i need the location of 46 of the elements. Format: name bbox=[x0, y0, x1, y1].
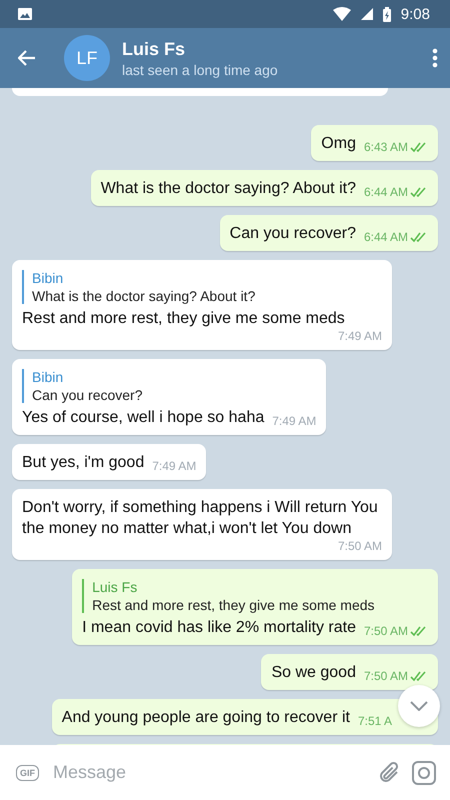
message-text: Yes of course, well i hope so haha bbox=[22, 408, 264, 428]
back-arrow-icon[interactable] bbox=[18, 50, 36, 66]
message-text: So we good bbox=[271, 663, 356, 683]
contact-name: Luis Fs bbox=[122, 38, 186, 60]
reply-text: What is the doctor saying? About it? bbox=[32, 288, 256, 304]
message-time: 6:44 AM bbox=[364, 230, 408, 244]
reply-author: Luis Fs bbox=[92, 579, 138, 595]
message-text: And young people are going to recover it bbox=[62, 708, 350, 728]
message-time: 7:49 AM bbox=[152, 459, 196, 473]
battery-icon bbox=[382, 6, 391, 22]
reply-text: Can you recover? bbox=[32, 387, 144, 403]
message-text: What is the doctor saying? About it? bbox=[100, 179, 356, 199]
message-time: 7:49 AM bbox=[272, 414, 316, 428]
message-time: 7:49 AM bbox=[338, 329, 382, 343]
message-text: I mean covid has like 2% mortality rate bbox=[82, 618, 356, 638]
message-text: Don't worry, if something happens i Will return You the money no matter what,i won't let You down bbox=[22, 498, 379, 539]
message-text: Rest and more rest, they give me some meds bbox=[22, 309, 346, 329]
more-menu-icon[interactable] bbox=[432, 48, 438, 68]
reply-text: Rest and more rest, they give me some meds bbox=[92, 597, 376, 613]
last-seen-status: last seen a long time ago bbox=[122, 62, 279, 78]
read-check-icon bbox=[410, 626, 428, 636]
chevron-down-icon bbox=[410, 701, 428, 711]
message-time: 6:44 AM bbox=[364, 185, 408, 199]
signal-icon bbox=[360, 8, 373, 20]
message-text: Omg bbox=[321, 134, 356, 154]
message-time: 7:50 AM bbox=[364, 624, 408, 638]
avatar[interactable]: LF bbox=[64, 35, 110, 81]
read-check-icon bbox=[410, 142, 428, 152]
read-check-icon bbox=[410, 186, 428, 198]
message-text: Can you recover? bbox=[230, 224, 356, 244]
read-check-icon bbox=[410, 670, 428, 682]
reply-author: Bibin bbox=[32, 270, 64, 286]
camera-icon[interactable] bbox=[412, 760, 436, 784]
message-time: 7:50 AM bbox=[364, 669, 408, 683]
message-time: 7:51 A bbox=[358, 714, 392, 728]
paperclip-icon[interactable] bbox=[378, 760, 400, 784]
message-time: 6:43 AM bbox=[364, 140, 408, 154]
gif-button[interactable]: GIF bbox=[16, 764, 39, 780]
message-text: But yes, i'm good bbox=[22, 453, 144, 473]
read-check-icon bbox=[410, 232, 428, 242]
status-time: 9:08 bbox=[400, 6, 430, 22]
reply-author: Bibin bbox=[32, 369, 64, 385]
wifi-icon bbox=[332, 7, 351, 21]
gallery-icon bbox=[18, 8, 32, 20]
message-input-bar[interactable]: GIF Message bbox=[0, 745, 450, 800]
message-time: 7:50 AM bbox=[338, 539, 382, 553]
